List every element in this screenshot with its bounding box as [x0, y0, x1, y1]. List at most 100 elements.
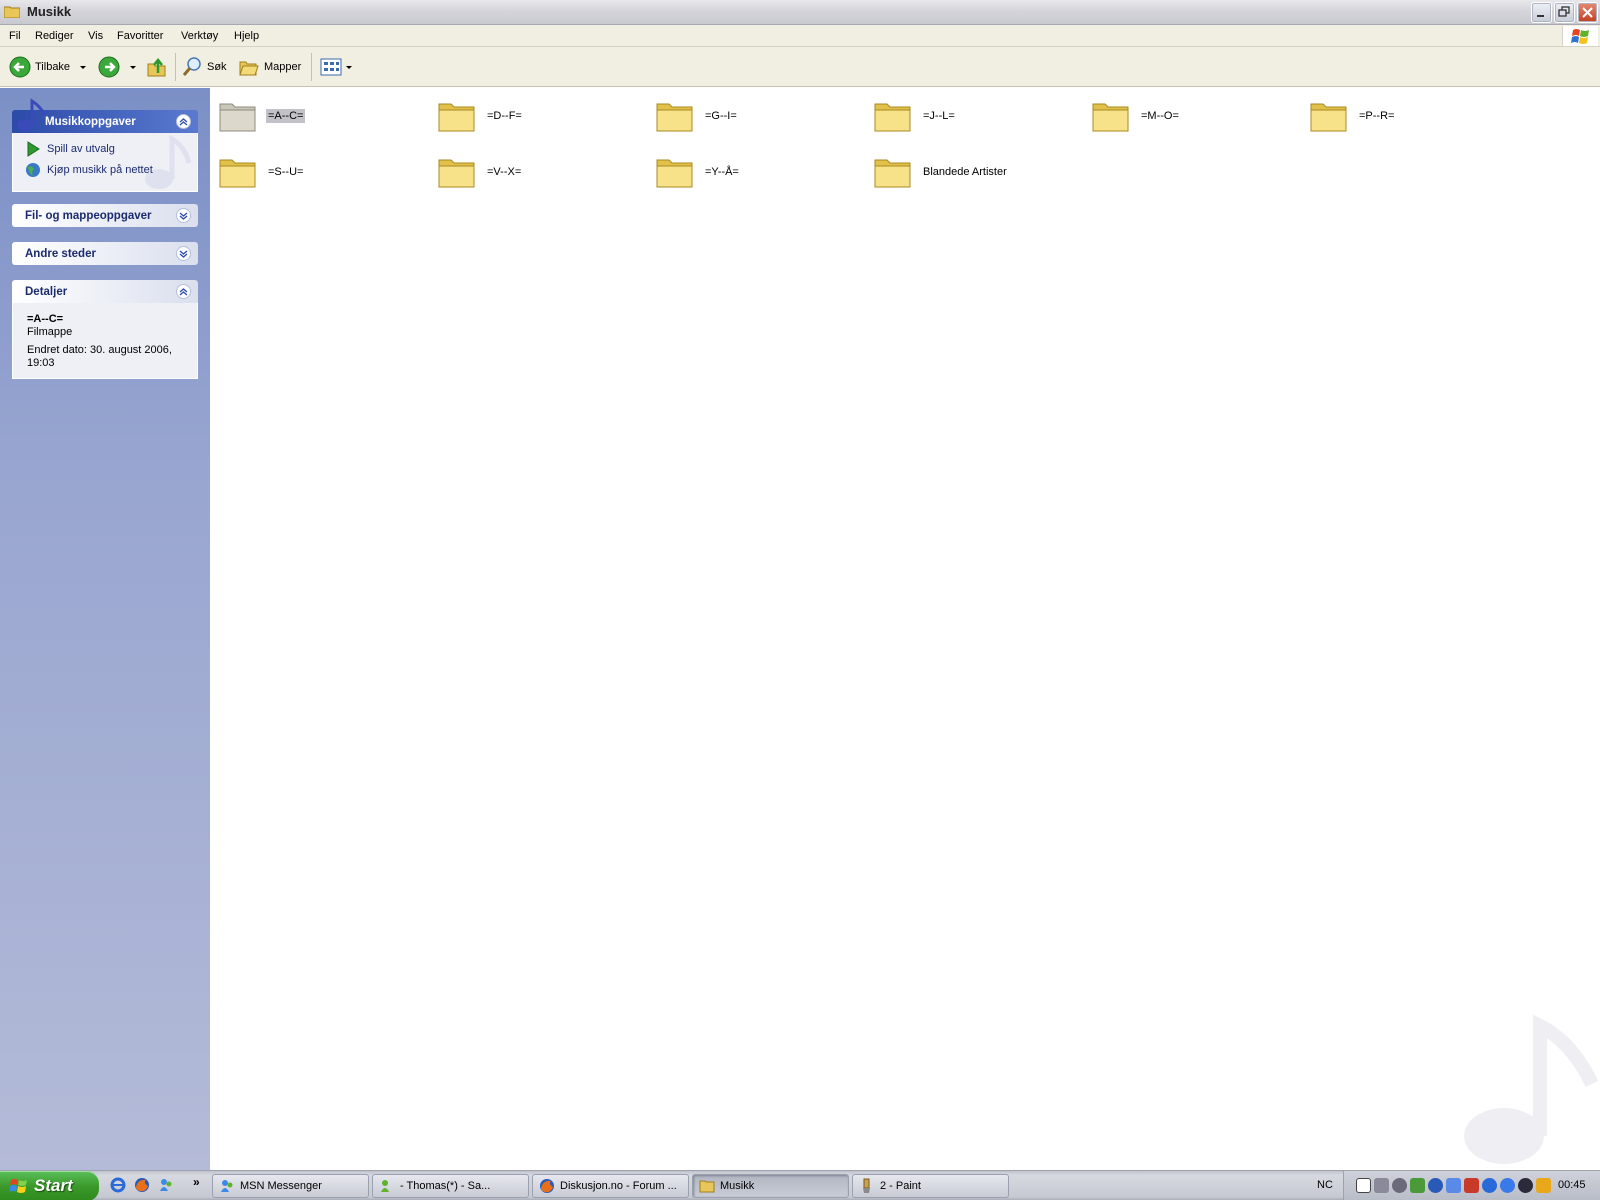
details-panel: Detaljer =A--C= Filmappe Endret dato: 30… [12, 280, 198, 379]
taskbar-button-label: Diskusjon.no - Forum ... [560, 1180, 677, 1192]
folder-icon [656, 103, 693, 132]
taskbar-button-chat[interactable]: - Thomas(*) - Sa... [372, 1174, 529, 1198]
window-title: Musikk [27, 4, 72, 19]
calendar-icon[interactable] [1356, 1178, 1371, 1193]
views-button[interactable] [320, 55, 342, 79]
folder-content-view: =A--C= =D--F= =G--I= =J--L= =M--O= =P--R… [210, 88, 1600, 1170]
collapse-chevron-icon[interactable] [176, 114, 191, 129]
play-icon [27, 141, 40, 157]
internet-explorer-icon[interactable] [110, 1177, 126, 1193]
start-button[interactable]: Start [0, 1171, 99, 1200]
language-indicator[interactable]: NC [1317, 1179, 1333, 1191]
back-history-dropdown[interactable] [80, 66, 86, 69]
paint-icon [863, 1178, 870, 1193]
restore-button[interactable] [1554, 2, 1575, 23]
music-tasks-title: Musikkoppgaver [45, 116, 136, 128]
folder-item[interactable]: =A--C= [218, 98, 306, 134]
folder-name: =G--I= [705, 110, 737, 122]
folder-icon [1092, 103, 1129, 132]
minimize-button[interactable] [1531, 2, 1552, 23]
music-tasks-header[interactable]: Musikkoppgaver [12, 98, 198, 133]
play-selection-label: Spill av utvalg [47, 143, 115, 155]
info-icon[interactable] [1482, 1178, 1497, 1193]
menu-favorites[interactable]: Favoritter [117, 30, 163, 42]
forward-history-dropdown[interactable] [130, 66, 136, 69]
folder-item[interactable]: =V--X= [437, 154, 523, 190]
music-note-icon [17, 98, 46, 131]
folder-name: =J--L= [923, 110, 955, 122]
antivirus-icon[interactable] [1428, 1178, 1443, 1193]
network-disconnected-icon[interactable] [1464, 1178, 1479, 1193]
other-places-title: Andre steder [25, 248, 96, 260]
file-folder-tasks-header[interactable]: Fil- og mappeoppgaver [12, 204, 198, 227]
messenger-icon[interactable] [158, 1177, 174, 1193]
volume-icon[interactable] [1536, 1178, 1551, 1193]
menu-file[interactable]: Fil [9, 30, 21, 42]
folder-item[interactable]: =M--O= [1091, 98, 1181, 134]
media-icon[interactable] [1518, 1178, 1533, 1193]
folder-name: =D--F= [487, 110, 522, 122]
menu-edit[interactable]: Rediger [35, 30, 74, 42]
tray-app-icon[interactable] [1392, 1178, 1407, 1193]
folder-name: =P--R= [1359, 110, 1395, 122]
messenger-tray-icon[interactable] [1446, 1178, 1461, 1193]
up-folder-button[interactable] [146, 55, 168, 79]
title-bar: Musikk [0, 0, 1600, 25]
folder-icon [656, 159, 693, 188]
details-header[interactable]: Detaljer [12, 280, 198, 303]
folder-icon [1310, 103, 1347, 132]
back-button[interactable]: Tilbake [9, 55, 70, 79]
taskbar-button-msn[interactable]: MSN Messenger [212, 1174, 369, 1198]
details-item-name: =A--C= [27, 313, 64, 325]
folder-icon [438, 159, 475, 188]
folder-item[interactable]: =S--U= [218, 154, 305, 190]
clock[interactable]: 00:45 [1558, 1179, 1586, 1191]
back-arrow-icon [9, 56, 31, 78]
file-folder-tasks-title: Fil- og mappeoppgaver [25, 210, 152, 222]
update-icon[interactable] [1500, 1178, 1515, 1193]
taskbar-button-paint[interactable]: 2 - Paint [852, 1174, 1009, 1198]
folder-item[interactable]: =P--R= [1309, 98, 1396, 134]
other-places-panel: Andre steder [12, 242, 198, 265]
expand-chevron-icon[interactable] [176, 208, 191, 223]
back-label: Tilbake [35, 61, 71, 73]
folder-icon [438, 103, 475, 132]
expand-chevron-icon[interactable] [176, 246, 191, 261]
music-tasks-panel: Musikkoppgaver Spill av utvalg Kjøp musi… [12, 98, 198, 192]
folder-item[interactable]: Blandede Artister [873, 154, 1009, 190]
search-button[interactable]: Søk [181, 55, 227, 79]
menu-help[interactable]: Hjelp [234, 30, 259, 42]
taskbar-button-label: - Thomas(*) - Sa... [400, 1180, 491, 1192]
folder-item[interactable]: =Y--Å= [655, 154, 741, 190]
menu-view[interactable]: Vis [88, 30, 103, 42]
folder-name: =S--U= [268, 166, 304, 178]
menu-bar: Fil Rediger Vis Favoritter Verktøy Hjelp [0, 25, 1600, 47]
play-selection-link[interactable]: Spill av utvalg [25, 141, 115, 157]
task-pane: Musikkoppgaver Spill av utvalg Kjøp musi… [0, 88, 210, 1170]
collapse-chevron-icon[interactable] [176, 284, 191, 299]
folders-label: Mapper [264, 61, 302, 73]
forward-button[interactable] [98, 55, 120, 79]
firefox-icon[interactable] [134, 1177, 150, 1193]
taskbar: Start » MSN Messenger - Thomas(*) - Sa..… [0, 1170, 1600, 1200]
folder-item[interactable]: =J--L= [873, 98, 957, 134]
menu-tools[interactable]: Verktøy [181, 30, 218, 42]
details-body: =A--C= Filmappe Endret dato: 30. august … [12, 303, 198, 379]
folder-icon [4, 6, 20, 18]
folder-item[interactable]: =D--F= [437, 98, 524, 134]
close-button[interactable] [1577, 2, 1598, 23]
buy-music-online-link[interactable]: Kjøp musikk på nettet [25, 162, 153, 178]
taskbar-button-musikk[interactable]: Musikk [692, 1174, 849, 1198]
tray-app-icon[interactable] [1374, 1178, 1389, 1193]
folder-item[interactable]: =G--I= [655, 98, 739, 134]
folders-icon [239, 61, 259, 76]
network-icon[interactable] [1410, 1178, 1425, 1193]
taskbar-button-firefox[interactable]: Diskusjon.no - Forum ... [532, 1174, 689, 1198]
views-dropdown[interactable] [346, 66, 352, 69]
folders-button[interactable]: Mapper [238, 55, 301, 79]
toolbar: Tilbake Søk Mapper [0, 47, 1600, 87]
windows-flag-icon [10, 1179, 27, 1193]
music-note-watermark-icon [1464, 1014, 1599, 1164]
quick-launch-more-chevron-icon[interactable]: » [193, 1175, 200, 1189]
other-places-header[interactable]: Andre steder [12, 242, 198, 265]
